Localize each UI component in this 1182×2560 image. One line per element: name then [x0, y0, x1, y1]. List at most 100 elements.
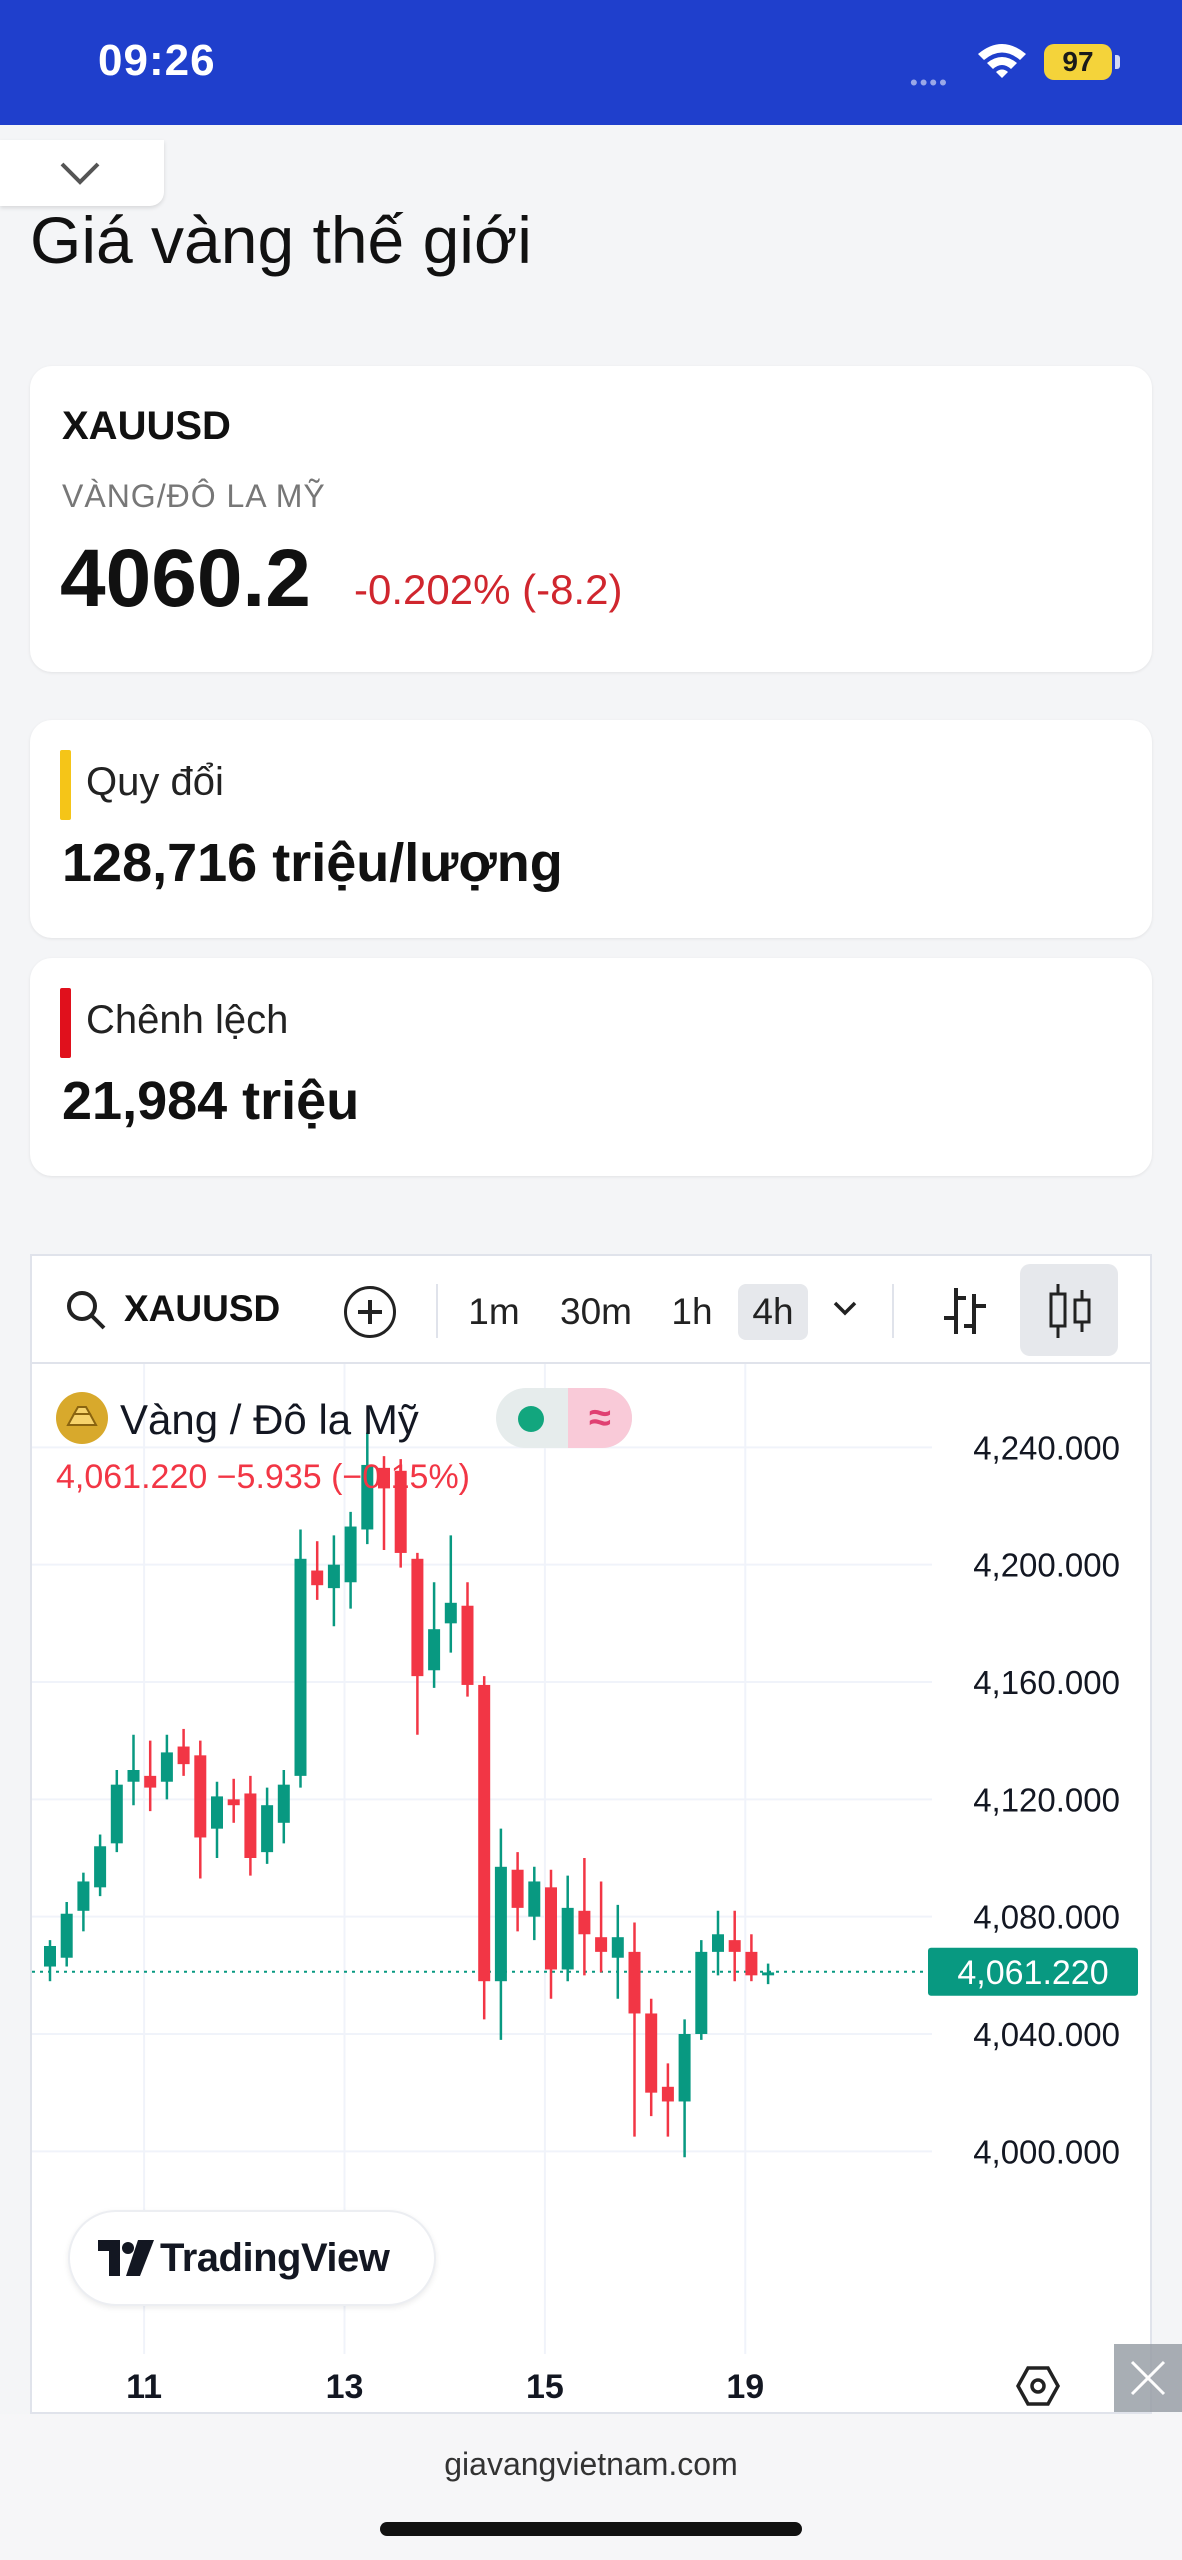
- chevron-down-icon: [60, 162, 100, 185]
- chart-toolbar: XAUUSD 1m 30m 1h 4h: [32, 1256, 1150, 1364]
- battery-indicator: 97: [1044, 44, 1112, 80]
- candle-body: [712, 1934, 724, 1952]
- market-status-pill[interactable]: ≈: [496, 1388, 632, 1448]
- y-tick-label: 4,120.000: [973, 1781, 1120, 1818]
- candle-body: [94, 1846, 107, 1888]
- candle-body: [277, 1784, 290, 1823]
- candle-body: [127, 1770, 140, 1782]
- tradingview-brand: TradingView: [160, 2236, 390, 2280]
- candle-body: [160, 1752, 173, 1782]
- home-indicator[interactable]: [380, 2522, 802, 2536]
- interval-1m[interactable]: 1m: [460, 1284, 528, 1340]
- candle-body: [628, 1951, 641, 2014]
- candle-body: [545, 1887, 557, 1970]
- candle-body: [695, 1951, 708, 2034]
- close-icon: [1130, 2360, 1166, 2396]
- y-tick-label: 4,240.000: [973, 1429, 1120, 1466]
- battery-tip-icon: [1115, 55, 1120, 69]
- candle-body: [528, 1881, 541, 1917]
- candle-body: [110, 1784, 123, 1844]
- candle-body: [60, 1913, 73, 1958]
- difference-value: 21,984 triệu: [62, 1071, 360, 1131]
- market-open-icon: [518, 1406, 544, 1432]
- tradingview-logo[interactable]: TradingView: [68, 2210, 436, 2306]
- interval-4h[interactable]: 4h: [738, 1284, 808, 1340]
- footer-site[interactable]: giavangvietnam.com: [0, 2446, 1182, 2483]
- candle-style-icon: [1049, 1284, 1091, 1338]
- candle-body: [77, 1881, 90, 1911]
- legend-symbol-name: Vàng / Đô la Mỹ: [120, 1396, 419, 1443]
- quote-price: 4060.2: [60, 533, 311, 624]
- candle-body: [211, 1796, 223, 1829]
- candle-body: [344, 1526, 357, 1583]
- y-tick-label: 4,200.000: [973, 1547, 1120, 1584]
- toolbar-separator: [436, 1284, 438, 1338]
- chart-widget[interactable]: XAUUSD 1m 30m 1h 4h 4,240.000 4,200.000 …: [30, 1254, 1152, 2414]
- tradingview-logo-icon: [98, 2240, 154, 2276]
- candle-body: [311, 1570, 324, 1586]
- last-price-label: 4,061.220: [957, 1954, 1108, 1992]
- x-tick-label: 13: [326, 2368, 364, 2406]
- delayed-data-icon: ≈: [568, 1388, 632, 1448]
- x-tick-label: 19: [726, 2368, 764, 2406]
- candle-body: [44, 1946, 56, 1967]
- quote-description: VÀNG/ĐÔ LA MỸ: [62, 478, 326, 514]
- settings-hexagon-icon[interactable]: [1016, 2364, 1060, 2408]
- candle-body: [177, 1746, 190, 1765]
- candle-body: [411, 1558, 424, 1677]
- y-tick-label: 4,160.000: [973, 1664, 1120, 1701]
- conversion-accent-bar: [60, 750, 71, 820]
- interval-30m[interactable]: 30m: [552, 1284, 640, 1340]
- candle-body: [728, 1940, 741, 1952]
- y-tick-label: 4,080.000: [973, 1899, 1120, 1936]
- candle-body: [461, 1605, 474, 1685]
- difference-accent-bar: [60, 988, 71, 1058]
- candle-body: [745, 1951, 758, 1976]
- difference-label: Chênh lệch: [86, 998, 289, 1042]
- quote-symbol: XAUUSD: [62, 404, 231, 448]
- status-time: 09:26: [98, 36, 216, 85]
- candle-body: [678, 2034, 691, 2102]
- status-bar: 09:26 •••• 97: [0, 0, 1182, 125]
- quote-card: XAUUSD VÀNG/ĐÔ LA MỸ 4060.2 -0.202% (-8.…: [30, 366, 1152, 672]
- ad-close-button[interactable]: [1114, 2344, 1182, 2412]
- candle-body: [661, 2086, 674, 2102]
- symbol-search-button[interactable]: XAUUSD: [124, 1288, 280, 1330]
- toolbar-separator: [892, 1284, 894, 1338]
- candle-body: [144, 1775, 157, 1788]
- add-circle-icon[interactable]: [344, 1286, 396, 1338]
- conversion-card: Quy đổi 128,716 triệu/lượng: [30, 720, 1152, 938]
- search-icon[interactable]: [64, 1288, 108, 1332]
- candle-body: [561, 1907, 574, 1970]
- candle-body: [244, 1793, 257, 1858]
- x-tick-label: 15: [526, 2368, 564, 2406]
- conversion-label: Quy đổi: [86, 760, 224, 804]
- candle-body: [595, 1937, 608, 1952]
- collapse-button[interactable]: [0, 140, 164, 206]
- candle-body: [578, 1910, 591, 1935]
- candle-body: [428, 1629, 441, 1671]
- screen: 09:26 •••• 97 Giá vàng thế giới XAUUSD V…: [0, 0, 1182, 2560]
- chevron-down-icon[interactable]: [830, 1296, 860, 1320]
- candle-body: [494, 1866, 507, 1982]
- cellular-signal-icon: ••••: [910, 70, 949, 95]
- difference-card: Chênh lệch 21,984 triệu: [30, 958, 1152, 1176]
- gold-symbol-icon: [56, 1392, 108, 1444]
- footer: [0, 2414, 1182, 2560]
- candle-body: [511, 1869, 524, 1908]
- candle-style-button[interactable]: [1020, 1264, 1118, 1356]
- candle-body: [762, 1972, 775, 1976]
- candle-body: [194, 1755, 207, 1838]
- candle-body: [261, 1805, 274, 1853]
- interval-1h[interactable]: 1h: [664, 1284, 720, 1340]
- x-tick-label: 11: [126, 2368, 162, 2406]
- candle-body: [645, 2013, 658, 2093]
- candle-body: [444, 1602, 457, 1624]
- y-tick-label: 4,000.000: [973, 2133, 1120, 2170]
- candle-body: [611, 1937, 624, 1958]
- y-tick-label: 4,040.000: [973, 2016, 1120, 2053]
- candle-body: [478, 1684, 491, 1982]
- quote-change: -0.202% (-8.2): [354, 566, 623, 613]
- legend-ohlc: 4,061.220 −5.935 (−0.15%): [56, 1458, 470, 1496]
- bar-style-icon[interactable]: [940, 1284, 990, 1338]
